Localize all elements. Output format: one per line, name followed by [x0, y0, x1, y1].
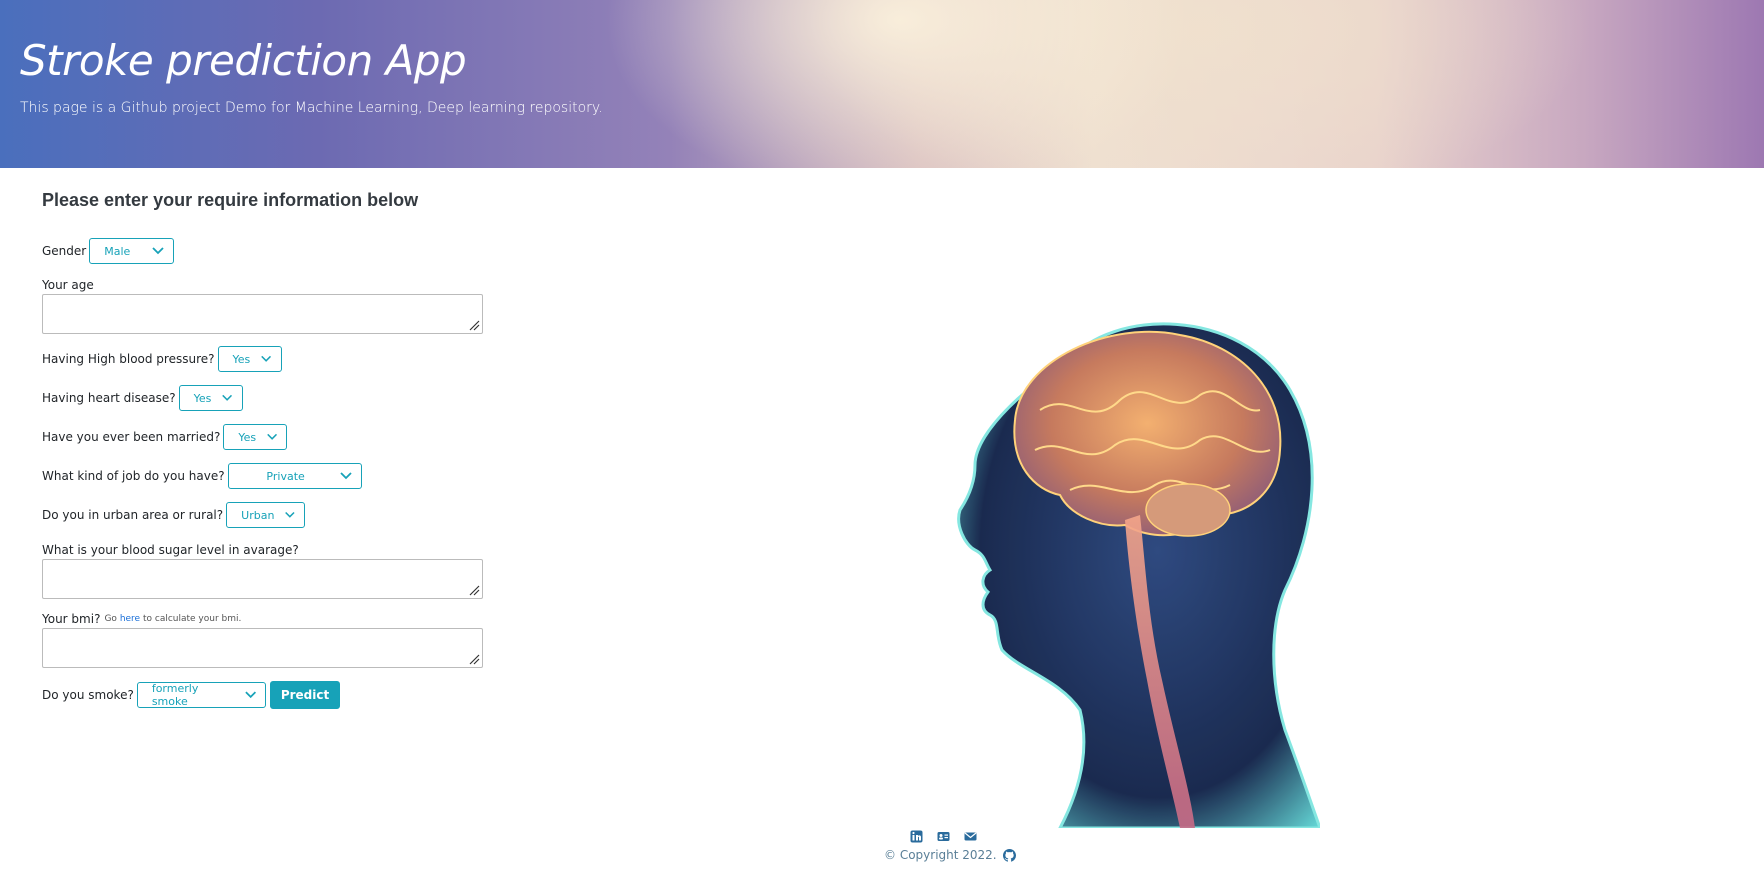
- chevron-down-icon: [152, 247, 164, 255]
- gender-select[interactable]: Male: [89, 238, 175, 264]
- bmi-hint-prefix: Go: [104, 614, 117, 624]
- predict-button[interactable]: Predict: [269, 681, 341, 709]
- age-label: Your age: [42, 278, 94, 292]
- mail-icon[interactable]: [964, 830, 977, 843]
- heart-disease-select-value: Yes: [193, 391, 212, 405]
- smoke-row: Do you smoke? formerly smoke Predict: [42, 681, 341, 709]
- hypertension-label: Having High blood pressure?: [42, 352, 215, 366]
- bmi-row: Your bmi? Go here to calculate your bmi.: [42, 612, 241, 626]
- chevron-down-icon: [261, 355, 272, 362]
- gender-row: Gender Male: [42, 238, 175, 264]
- age-row: Your age: [42, 278, 94, 292]
- bmi-label: Your bmi?: [42, 612, 101, 626]
- age-input[interactable]: [42, 294, 483, 334]
- bmi-calculator-link[interactable]: here: [120, 614, 140, 624]
- heart-disease-label: Having heart disease?: [42, 391, 176, 405]
- footer-copyright: © Copyright 2022.: [884, 848, 1016, 862]
- bmi-hint-suffix: to calculate your bmi.: [142, 614, 242, 624]
- hypertension-select[interactable]: Yes: [217, 346, 282, 372]
- hypertension-select-value: Yes: [232, 352, 251, 366]
- linkedin-icon[interactable]: [910, 830, 923, 843]
- form-heading-wrap: Please enter your require information be…: [42, 190, 492, 229]
- brain-illustration: [957, 322, 1320, 828]
- job-row: What kind of job do you have? Private: [42, 463, 362, 489]
- smoke-label: Do you smoke?: [42, 688, 134, 702]
- chevron-down-icon: [339, 472, 352, 480]
- page-title: Stroke prediction App: [20, 36, 467, 85]
- contact-card-icon[interactable]: [937, 830, 950, 843]
- footer-icons: [910, 830, 977, 843]
- married-label: Have you ever been married?: [42, 430, 221, 444]
- smoke-select-value: formerly smoke: [151, 682, 199, 708]
- residence-label: Do you in urban area or rural?: [42, 508, 224, 522]
- married-row: Have you ever been married? Yes: [42, 424, 288, 450]
- hero-banner: Stroke prediction App This page is a Git…: [0, 0, 1764, 168]
- smoke-select[interactable]: formerly smoke: [136, 682, 266, 708]
- resize-grip-icon[interactable]: [468, 319, 480, 331]
- copyright-text: © Copyright 2022.: [884, 848, 997, 862]
- residence-row: Do you in urban area or rural? Urban: [42, 502, 306, 528]
- resize-grip-icon[interactable]: [468, 584, 480, 596]
- residence-select-value: Urban: [241, 508, 275, 522]
- glucose-row: What is your blood sugar level in avarag…: [42, 543, 299, 557]
- job-select[interactable]: Private: [227, 463, 362, 489]
- bmi-input[interactable]: [42, 628, 483, 668]
- gender-label: Gender: [42, 244, 87, 258]
- chevron-down-icon: [267, 433, 278, 440]
- job-select-value: Private: [266, 469, 305, 483]
- glucose-input[interactable]: [42, 559, 483, 599]
- residence-select[interactable]: Urban: [226, 502, 306, 528]
- married-select[interactable]: Yes: [223, 424, 288, 450]
- page-subtitle: This page is a Github project Demo for M…: [20, 100, 603, 116]
- heart-disease-select[interactable]: Yes: [178, 385, 243, 411]
- married-select-value: Yes: [238, 430, 257, 444]
- chevron-down-icon: [244, 691, 256, 699]
- resize-grip-icon[interactable]: [468, 653, 480, 665]
- job-label: What kind of job do you have?: [42, 469, 225, 483]
- github-icon[interactable]: [1002, 848, 1016, 862]
- glucose-label: What is your blood sugar level in avarag…: [42, 543, 299, 557]
- chevron-down-icon: [285, 511, 295, 518]
- hypertension-row: Having High blood pressure? Yes: [42, 346, 282, 372]
- bmi-hint: Go here to calculate your bmi.: [104, 614, 241, 624]
- chevron-down-icon: [222, 394, 233, 401]
- form-heading: Please enter your require information be…: [42, 190, 419, 210]
- heart-disease-row: Having heart disease? Yes: [42, 385, 243, 411]
- gender-select-value: Male: [104, 244, 131, 258]
